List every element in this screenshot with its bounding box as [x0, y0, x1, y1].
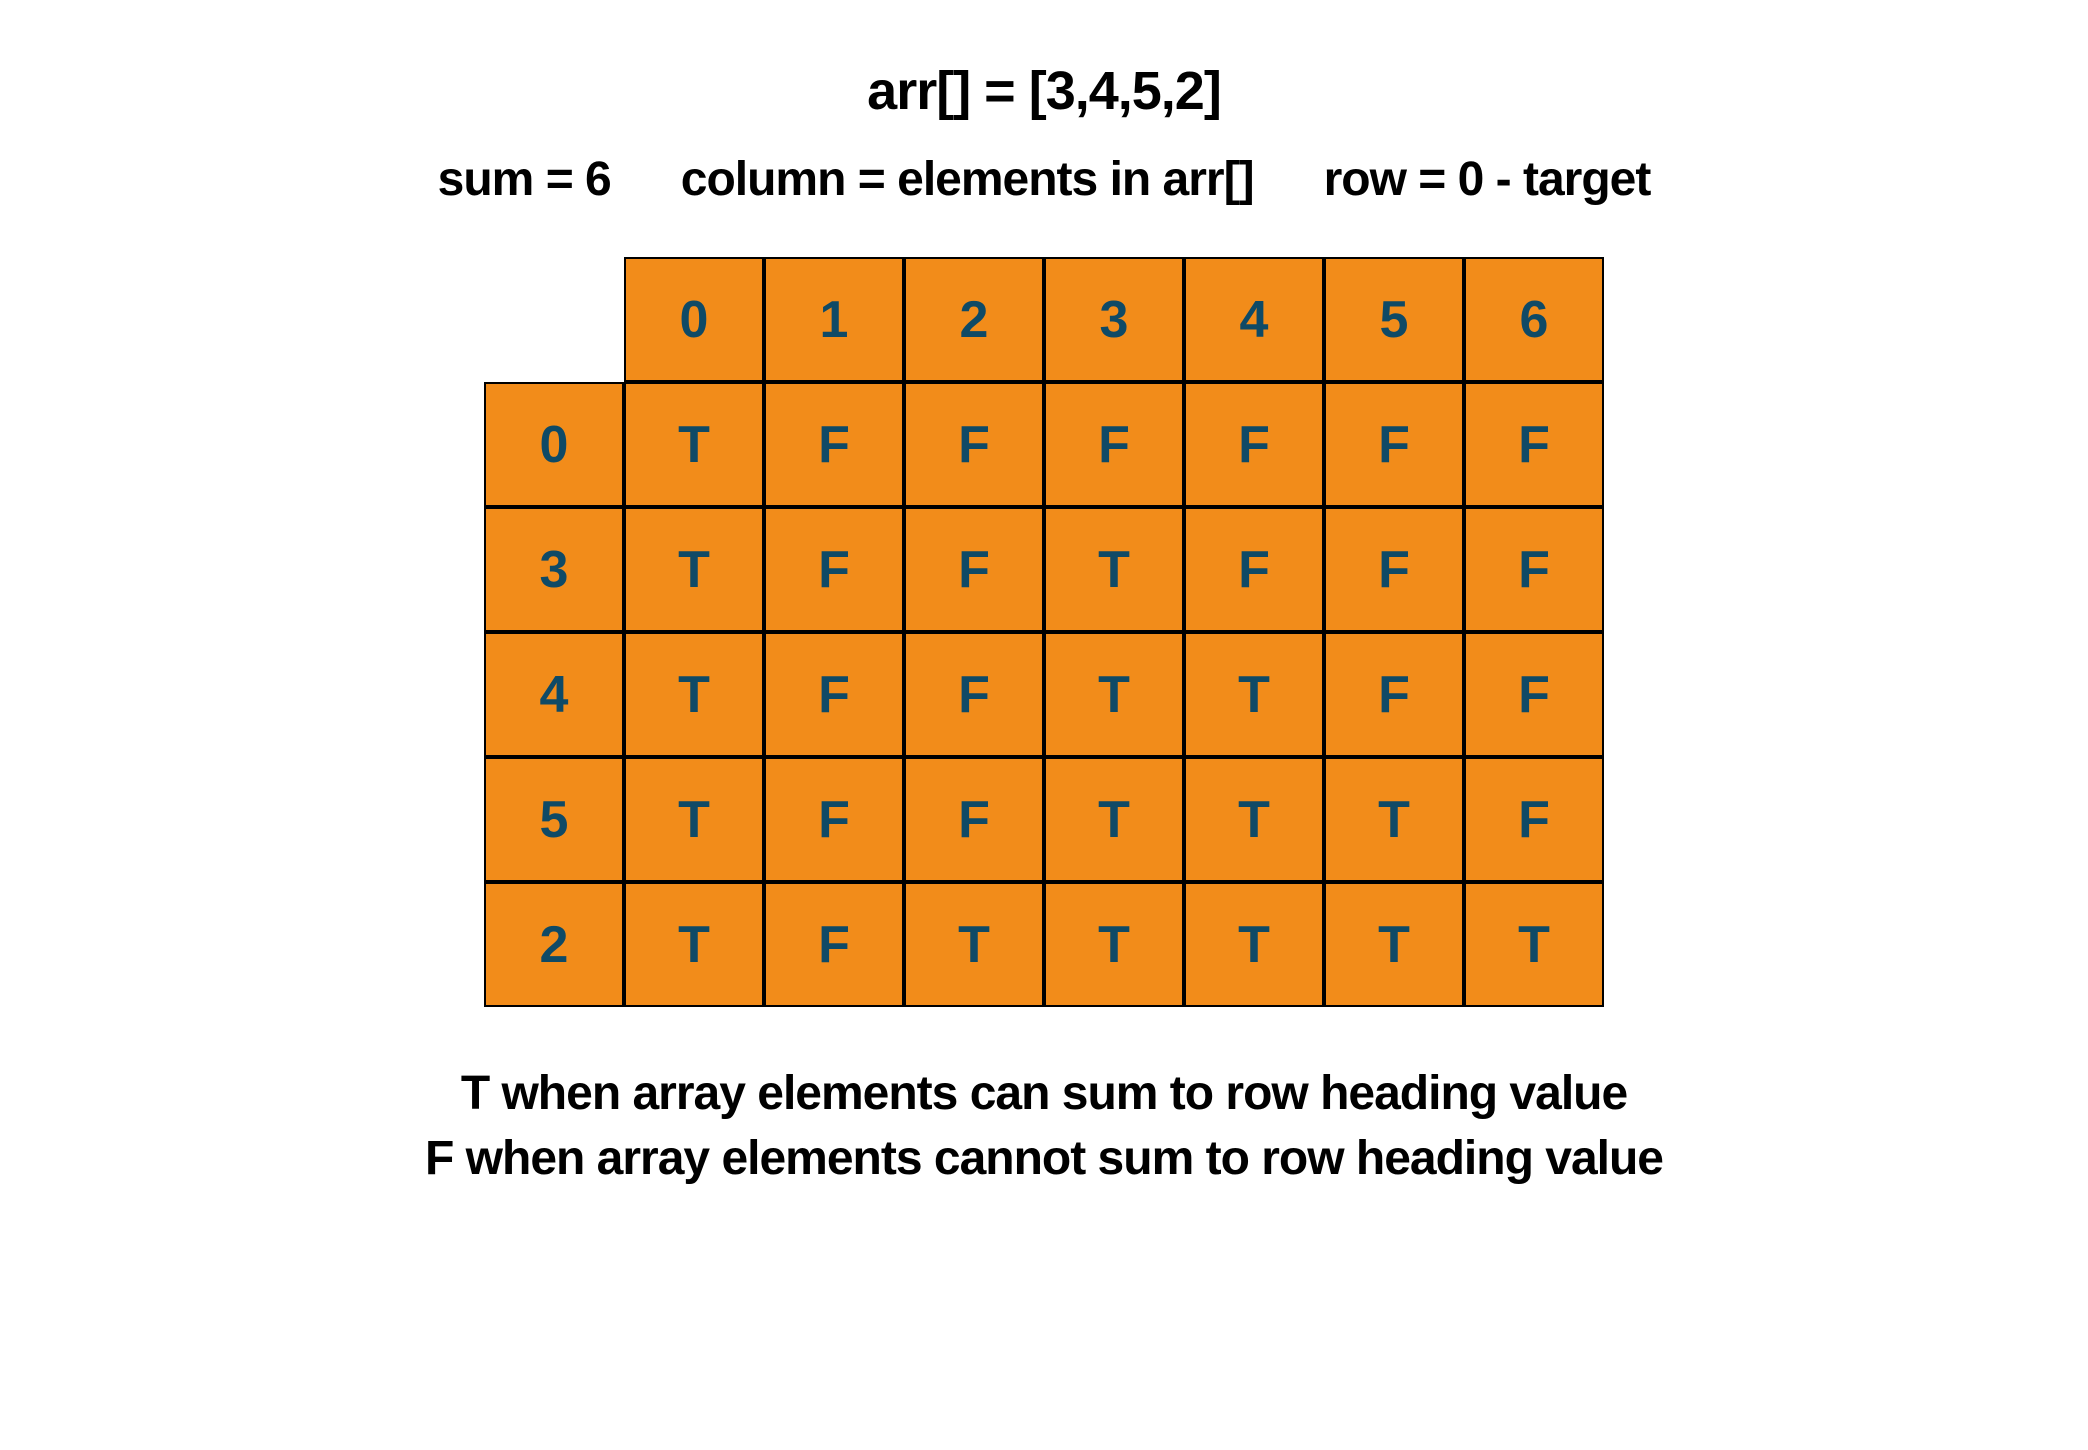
- table-row: 3 T F F T F F F: [484, 507, 1604, 632]
- data-cell: T: [1324, 757, 1464, 882]
- table-row: 4 T F F T T F F: [484, 632, 1604, 757]
- data-cell: T: [624, 632, 764, 757]
- data-cell: F: [764, 382, 904, 507]
- col-header-cell: 5: [1324, 257, 1464, 382]
- col-header-cell: 1: [764, 257, 904, 382]
- data-cell: F: [764, 507, 904, 632]
- data-cell: T: [624, 382, 764, 507]
- subtitle-row: row = 0 - target: [1324, 152, 1651, 207]
- table-row: 0 T F F F F F F: [484, 382, 1604, 507]
- row-header-cell: 2: [484, 882, 624, 1007]
- col-header-cell: 4: [1184, 257, 1324, 382]
- data-cell: T: [1324, 882, 1464, 1007]
- data-cell: F: [1184, 507, 1324, 632]
- data-cell: F: [904, 757, 1044, 882]
- data-cell: T: [1044, 757, 1184, 882]
- data-cell: T: [1184, 757, 1324, 882]
- data-cell: F: [1464, 632, 1604, 757]
- data-cell: F: [904, 507, 1044, 632]
- data-cell: T: [1464, 882, 1604, 1007]
- data-cell: F: [1044, 382, 1184, 507]
- col-header-cell: 0: [624, 257, 764, 382]
- footer-line-1: T when array elements can sum to row hea…: [425, 1062, 1663, 1127]
- footer-line-2: F when array elements cannot sum to row …: [425, 1127, 1663, 1192]
- data-cell: T: [624, 507, 764, 632]
- data-cell: T: [1044, 507, 1184, 632]
- table-row: 2 T F T T T T T: [484, 882, 1604, 1007]
- diagram-subtitle-row: sum = 6 column = elements in arr[] row =…: [438, 152, 1651, 207]
- data-cell: F: [764, 882, 904, 1007]
- data-cell: T: [1044, 882, 1184, 1007]
- data-cell: T: [624, 757, 764, 882]
- data-cell: T: [624, 882, 764, 1007]
- data-cell: F: [1184, 382, 1324, 507]
- data-cell: F: [1324, 382, 1464, 507]
- dp-table: 0 1 2 3 4 5 6 0 T F F F F F F 3 T F F T …: [484, 257, 1604, 1007]
- data-cell: F: [1324, 632, 1464, 757]
- row-header-cell: 5: [484, 757, 624, 882]
- data-cell: F: [764, 632, 904, 757]
- table-header-row: 0 1 2 3 4 5 6: [484, 257, 1604, 382]
- col-header-cell: 3: [1044, 257, 1184, 382]
- col-header-cell: 2: [904, 257, 1044, 382]
- col-header-cell: 6: [1464, 257, 1604, 382]
- row-header-cell: 0: [484, 382, 624, 507]
- data-cell: F: [764, 757, 904, 882]
- diagram-title: arr[] = [3,4,5,2]: [867, 60, 1221, 122]
- data-cell: F: [1464, 507, 1604, 632]
- subtitle-column: column = elements in arr[]: [681, 152, 1254, 207]
- data-cell: F: [1324, 507, 1464, 632]
- row-header-cell: 3: [484, 507, 624, 632]
- table-row: 5 T F F T T T F: [484, 757, 1604, 882]
- data-cell: T: [1184, 632, 1324, 757]
- table-corner-cell: [484, 257, 624, 382]
- data-cell: T: [1044, 632, 1184, 757]
- row-header-cell: 4: [484, 632, 624, 757]
- data-cell: F: [904, 382, 1044, 507]
- data-cell: F: [1464, 382, 1604, 507]
- data-cell: F: [1464, 757, 1604, 882]
- data-cell: T: [1184, 882, 1324, 1007]
- data-cell: T: [904, 882, 1044, 1007]
- subtitle-sum: sum = 6: [438, 152, 611, 207]
- data-cell: F: [904, 632, 1044, 757]
- diagram-footer: T when array elements can sum to row hea…: [425, 1062, 1663, 1192]
